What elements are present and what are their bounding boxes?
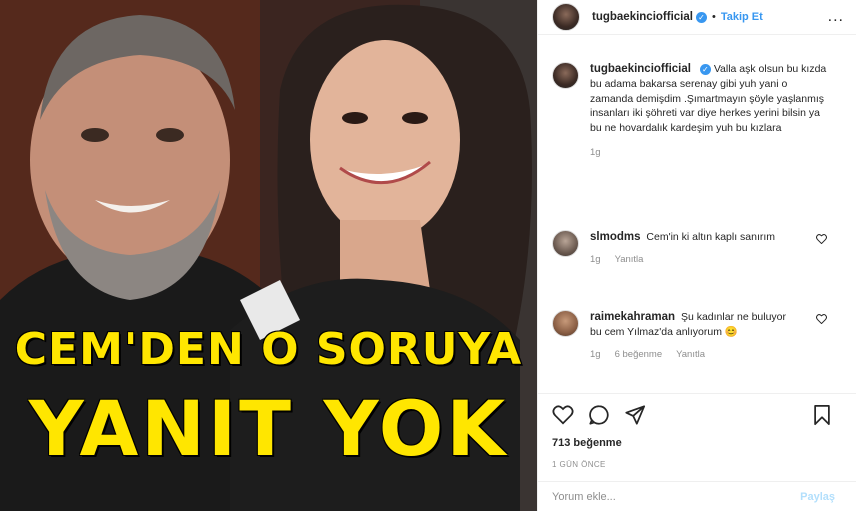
bookmark-icon[interactable] bbox=[811, 404, 833, 426]
comment-entry: slmodms Cem'in ki altın kaplı sanırım 1g… bbox=[538, 230, 856, 268]
follow-button[interactable]: Takip Et bbox=[721, 11, 763, 23]
headline-line-2: YANIT YOK bbox=[28, 384, 509, 473]
author-username[interactable]: tugbaekinciofficial bbox=[592, 11, 693, 23]
comment-icon[interactable] bbox=[588, 404, 610, 426]
caption-time[interactable]: 1g bbox=[590, 146, 601, 161]
post-header: tugbaekinciofficial ✓ • Takip Et ... bbox=[538, 0, 856, 35]
caption-avatar[interactable] bbox=[552, 62, 579, 89]
comment-entry: raimekahraman Şu kadınlar ne buluyor bu … bbox=[538, 310, 856, 362]
heart-icon[interactable] bbox=[552, 404, 574, 426]
comment-item: slmodms Cem'in ki altın kaplı sanırım 1g… bbox=[538, 230, 856, 268]
comment-like-heart-icon[interactable] bbox=[816, 234, 827, 244]
caption-entry: tugbaekinciofficial ✓ Valla aşk olsun bu… bbox=[538, 62, 856, 161]
post-comment-button[interactable]: Paylaş bbox=[800, 491, 835, 503]
headline-line-1: CEM'DEN O SORUYA bbox=[14, 324, 523, 375]
post-timestamp: 1 GÜN ÖNCE bbox=[552, 460, 606, 469]
commenter-username[interactable]: slmodms bbox=[590, 231, 641, 243]
share-icon[interactable] bbox=[624, 404, 646, 426]
comment-like-heart-icon[interactable] bbox=[816, 314, 827, 324]
comment-text: Cem'in ki altın kaplı sanırım bbox=[646, 231, 776, 243]
commenter-avatar[interactable] bbox=[552, 310, 579, 337]
post-sidebar: tugbaekinciofficial ✓ • Takip Et ... tug… bbox=[537, 0, 856, 511]
caption-username[interactable]: tugbaekinciofficial bbox=[590, 63, 691, 75]
separator-dot: • bbox=[711, 11, 716, 23]
like-count[interactable]: 713 beğenme bbox=[552, 437, 622, 449]
verified-badge-icon: ✓ bbox=[699, 63, 711, 75]
commenter-username[interactable]: raimekahraman bbox=[590, 311, 675, 323]
comment-time[interactable]: 1g bbox=[590, 253, 601, 268]
comment-input[interactable] bbox=[552, 490, 801, 503]
action-bar bbox=[538, 393, 856, 437]
comment-time[interactable]: 1g bbox=[590, 348, 601, 363]
add-comment-bar: Paylaş bbox=[538, 481, 856, 511]
reply-button[interactable]: Yanıtla bbox=[615, 253, 644, 268]
author-avatar[interactable] bbox=[552, 3, 580, 31]
comment-likes[interactable]: 6 beğenme bbox=[615, 348, 663, 363]
caption-block: tugbaekinciofficial ✓ Valla aşk olsun bu… bbox=[538, 62, 856, 161]
author-info: tugbaekinciofficial ✓ • Takip Et bbox=[592, 11, 763, 23]
post-image[interactable]: CEM'DEN O SORUYA YANIT YOK bbox=[0, 0, 537, 511]
reply-button[interactable]: Yanıtla bbox=[676, 348, 705, 363]
verified-badge-icon: ✓ bbox=[695, 11, 707, 23]
comment-item: raimekahraman Şu kadınlar ne buluyor bu … bbox=[538, 310, 856, 362]
commenter-avatar[interactable] bbox=[552, 230, 579, 257]
more-options-icon[interactable]: ... bbox=[828, 8, 844, 26]
